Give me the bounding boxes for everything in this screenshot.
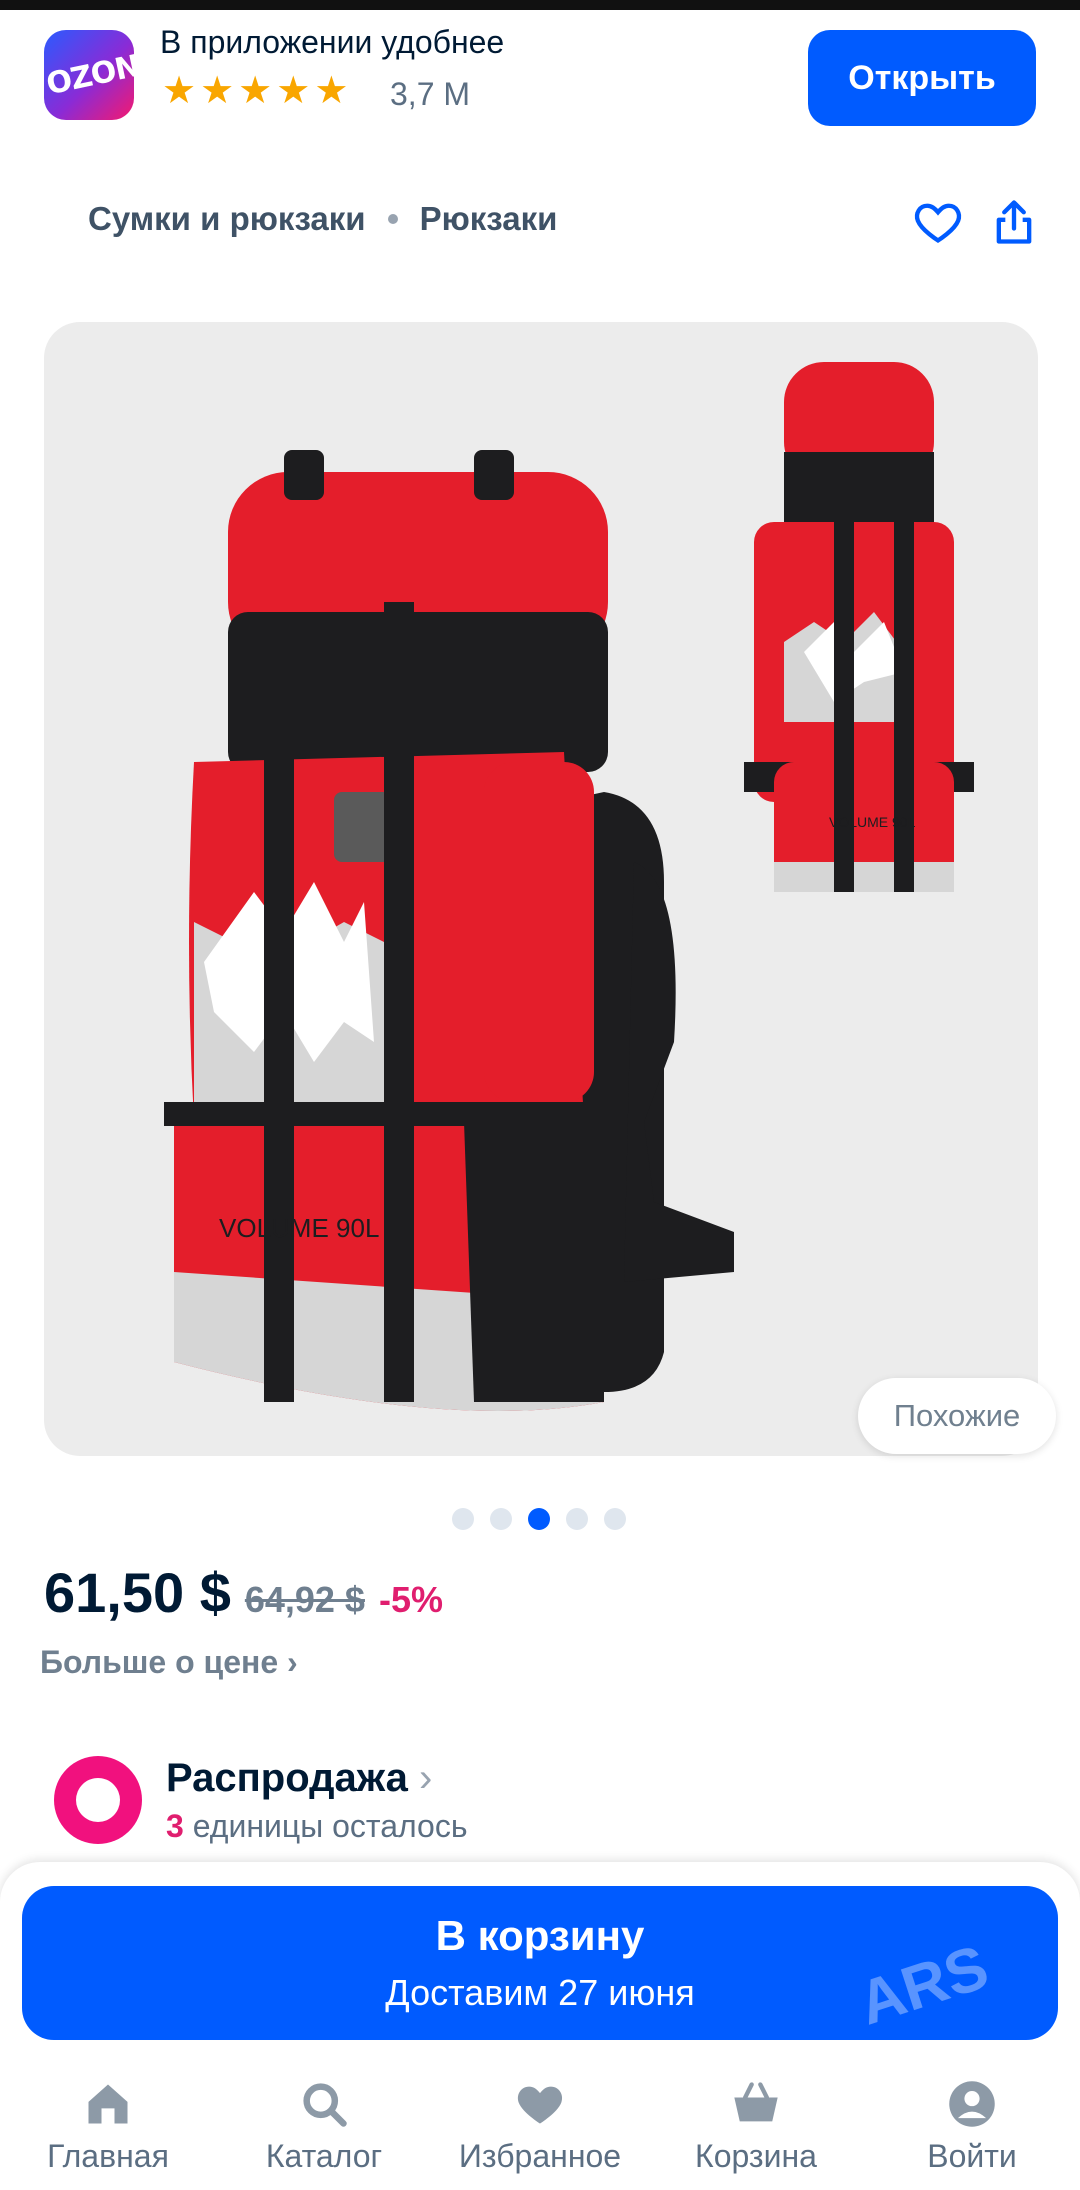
bottom-navigation: Главная Каталог Избранное Корзина Войти bbox=[0, 2072, 1080, 2190]
price-row: 61,50 $ 64,92 $ -5% bbox=[44, 1560, 443, 1625]
breadcrumb-separator bbox=[387, 214, 398, 224]
product-image-gallery[interactable]: VOLUME 90L VOLUME 90L bbox=[44, 322, 1038, 1456]
stock-left-text: 3 единицы осталось bbox=[166, 1808, 468, 1844]
star-icon: ★ bbox=[200, 70, 235, 112]
user-icon bbox=[949, 2081, 995, 2127]
breadcrumb-item-bags[interactable]: Сумки и рюкзаки bbox=[88, 200, 366, 238]
backpack-back-label: VOLUME 90L bbox=[829, 814, 916, 830]
pagination-dot[interactable] bbox=[566, 1508, 588, 1530]
old-price: 64,92 $ bbox=[244, 1579, 365, 1620]
backpack-label: VOLUME 90L bbox=[219, 1213, 379, 1243]
star-icon: ★ bbox=[238, 70, 273, 112]
breadcrumb: Сумки и рюкзаки Рюкзаки bbox=[88, 200, 557, 238]
heart-icon bbox=[517, 2086, 563, 2124]
sale-icon bbox=[54, 1756, 142, 1844]
more-about-price-link[interactable]: Больше о цене › bbox=[40, 1644, 298, 1681]
home-icon bbox=[88, 2084, 128, 2124]
breadcrumb-item-backpacks[interactable]: Рюкзаки bbox=[420, 200, 558, 238]
pagination-dot[interactable] bbox=[604, 1508, 626, 1530]
rating-count: 3,7 М bbox=[390, 76, 471, 112]
star-icon: ★ bbox=[314, 70, 349, 112]
star-icon: ★ bbox=[276, 70, 311, 112]
nav-catalog[interactable]: Каталог bbox=[216, 2072, 432, 2190]
open-app-button[interactable]: Открыть bbox=[808, 30, 1036, 126]
nav-home[interactable]: Главная bbox=[0, 2072, 216, 2190]
discount-badge: -5% bbox=[378, 1579, 443, 1620]
similar-button[interactable]: Похожие bbox=[858, 1378, 1056, 1454]
nav-login[interactable]: Войти bbox=[864, 2072, 1080, 2190]
share-icon[interactable] bbox=[988, 196, 1040, 248]
cart-basket-icon bbox=[734, 2082, 778, 2122]
banner-title: В приложении удобнее bbox=[160, 24, 505, 60]
chevron-right-icon: › bbox=[287, 1644, 298, 1680]
chevron-right-icon: › bbox=[407, 1756, 433, 1800]
backpack-image: VOLUME 90L VOLUME 90L bbox=[164, 362, 974, 1411]
backpack-back-view: VOLUME 90L bbox=[744, 362, 974, 892]
sale-title-link[interactable]: Распродажа › bbox=[166, 1756, 432, 1801]
favorite-heart-icon[interactable] bbox=[912, 196, 964, 248]
rating-stars: ★ ★ ★ ★ ★ bbox=[162, 72, 348, 110]
pagination-dot[interactable] bbox=[490, 1508, 512, 1530]
nav-cart[interactable]: Корзина bbox=[648, 2072, 864, 2190]
current-price: 61,50 $ bbox=[44, 1561, 231, 1624]
app-install-banner: OZON В приложении удобнее ★ ★ ★ ★ ★ 3,7 … bbox=[0, 10, 1080, 140]
pagination-dot[interactable] bbox=[452, 1508, 474, 1530]
nav-favorites[interactable]: Избранное bbox=[432, 2072, 648, 2190]
star-icon: ★ bbox=[162, 70, 197, 112]
add-to-cart-label: В корзину bbox=[435, 1912, 645, 1959]
gallery-pagination bbox=[452, 1508, 626, 1530]
backpack-front-view: VOLUME 90L bbox=[164, 450, 734, 1411]
pagination-dot-active[interactable] bbox=[528, 1508, 550, 1530]
search-icon bbox=[303, 2083, 347, 2127]
status-bar bbox=[0, 0, 1080, 10]
ozon-logo[interactable]: OZON bbox=[44, 30, 134, 120]
